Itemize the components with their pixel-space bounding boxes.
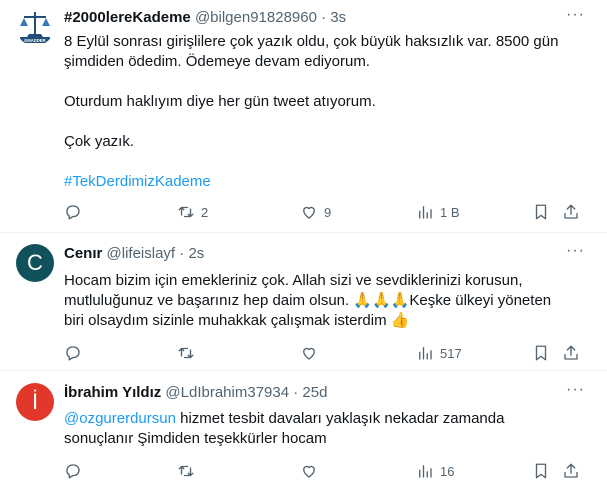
praying-hands-emoji: 🙏🙏🙏: [353, 292, 410, 309]
tweet-header: İbrahim Yıldız @LdIbrahim37934 · 25d: [64, 384, 567, 404]
share-icon: [564, 345, 578, 360]
text-line: Oturdum haklıyım diye her gün tweet atıy…: [64, 93, 376, 110]
text-segment: mutluluğunuz ve başarınız hep daim olsun…: [64, 292, 354, 309]
reply-icon: [66, 464, 80, 479]
more-options-icon[interactable]: ···: [566, 381, 585, 399]
tweet[interactable]: EMADDER #2000lereKademe @bilgen91828960 …: [0, 0, 607, 233]
views-icon: [419, 347, 432, 360]
separator-dot: ·: [179, 245, 185, 262]
more-options-icon[interactable]: ···: [566, 6, 585, 24]
action-bar: 517: [64, 344, 587, 366]
text-line: biri olsaydım sizinle muhakkak çalışmak …: [64, 311, 587, 331]
text-line: mutluluğunuz ve başarınız hep daim olsun…: [64, 291, 587, 311]
text-line: 8 Eylül sonrası girişlilere çok yazık ol…: [64, 33, 559, 50]
user-handle[interactable]: @lifeislayf: [107, 245, 176, 262]
retweet-icon: [178, 347, 194, 359]
timeline-feed: EMADDER #2000lereKademe @bilgen91828960 …: [0, 0, 607, 495]
timestamp[interactable]: 3s: [330, 9, 346, 26]
mention-link[interactable]: @ozgurerdursun: [64, 410, 176, 427]
views-count: 1 B: [440, 204, 460, 220]
bookmark-icon: [535, 204, 547, 220]
tweet-text: Hocam bizim için emekleriniz çok. Allah …: [64, 271, 587, 331]
views-icon: [419, 206, 432, 219]
bookmark-button[interactable]: [532, 344, 550, 362]
avatar[interactable]: İ: [16, 383, 54, 421]
share-icon: [564, 463, 578, 478]
timestamp[interactable]: 2s: [188, 245, 204, 262]
thumbs-up-emoji: 👍: [390, 312, 410, 329]
avatar[interactable]: C: [16, 244, 54, 282]
timestamp[interactable]: 25d: [302, 384, 327, 401]
views-icon: [419, 465, 432, 478]
share-button[interactable]: [562, 462, 580, 480]
bookmark-button[interactable]: [532, 462, 550, 480]
more-options-icon[interactable]: ···: [566, 242, 585, 260]
user-handle[interactable]: @bilgen91828960: [195, 9, 317, 26]
tweet-header: #2000lereKademe @bilgen91828960 · 3s: [64, 9, 567, 29]
like-button[interactable]: [300, 462, 324, 480]
logo-text: EMADDER: [24, 38, 45, 43]
tweet-text: 8 Eylül sonrası girişlilere çok yazık ol…: [64, 32, 587, 192]
avatar[interactable]: EMADDER: [16, 8, 54, 46]
separator-dot: ·: [321, 9, 327, 26]
hashtag-link[interactable]: #TekDerdimizKademe: [64, 172, 587, 192]
tweet-text: @ozgurerdursun hizmet tesbit davaları ya…: [64, 409, 587, 449]
reply-icon: [66, 205, 80, 220]
retweet-button[interactable]: 2: [177, 203, 208, 221]
text-line: Çok yazık.: [64, 133, 135, 150]
bookmark-icon: [535, 345, 547, 361]
bookmark-button[interactable]: [532, 203, 550, 221]
tweet[interactable]: İ İbrahim Yıldız @LdIbrahim37934 · 25d ·…: [0, 370, 607, 495]
retweet-button[interactable]: [177, 462, 201, 480]
reply-button[interactable]: [64, 203, 88, 221]
views-button[interactable]: 517: [416, 344, 462, 362]
avatar-letter: İ: [31, 389, 39, 414]
reply-button[interactable]: [64, 462, 88, 480]
action-bar: 2 9 1 B: [64, 203, 587, 225]
display-name[interactable]: İbrahim Yıldız: [64, 384, 161, 401]
tweet[interactable]: C Cenır @lifeislayf · 2s ··· Hocam bizim…: [0, 232, 607, 371]
retweet-icon: [178, 465, 194, 477]
views-count: 16: [440, 463, 455, 479]
like-icon: [303, 465, 315, 478]
like-icon: [303, 206, 315, 219]
like-button[interactable]: 9: [300, 203, 331, 221]
bookmark-icon: [535, 463, 547, 479]
avatar-letter: C: [27, 250, 43, 275]
reply-icon: [66, 346, 80, 361]
share-icon: [564, 204, 578, 219]
views-button[interactable]: 1 B: [416, 203, 460, 221]
retweet-button[interactable]: [177, 344, 201, 362]
text-line: şimdiden ödedim. Ödemeye devam ediyorum.: [64, 53, 370, 70]
text-segment: biri olsaydım sizinle muhakkak çalışmak …: [64, 312, 391, 329]
text-line: @ozgurerdursun hizmet tesbit davaları ya…: [64, 409, 587, 429]
retweet-count: 2: [201, 204, 209, 220]
separator-dot: ·: [293, 384, 299, 401]
tweet-header: Cenır @lifeislayf · 2s: [64, 245, 567, 265]
text-line: Hocam bizim için emekleriniz çok. Allah …: [64, 272, 523, 289]
views-button[interactable]: 16: [416, 462, 454, 480]
action-bar: 16: [64, 462, 587, 484]
like-button[interactable]: [300, 344, 324, 362]
text-segment: hizmet tesbit davaları yaklaşık nekadar …: [175, 410, 505, 427]
justice-logo-icon: EMADDER: [16, 8, 54, 46]
like-icon: [303, 347, 315, 360]
text-segment: Keşke ülkeyi yöneten: [409, 292, 552, 309]
like-count: 9: [324, 204, 332, 220]
reply-button[interactable]: [64, 344, 88, 362]
user-handle[interactable]: @LdIbrahim37934: [165, 384, 289, 401]
views-count: 517: [440, 345, 462, 361]
display-name[interactable]: #2000lereKademe: [64, 9, 191, 26]
share-button[interactable]: [562, 203, 580, 221]
retweet-icon: [178, 206, 194, 218]
share-button[interactable]: [562, 344, 580, 362]
text-line: sonuçlanır Şimdiden teşekkürler hocam: [64, 430, 327, 447]
display-name[interactable]: Cenır: [64, 245, 102, 262]
